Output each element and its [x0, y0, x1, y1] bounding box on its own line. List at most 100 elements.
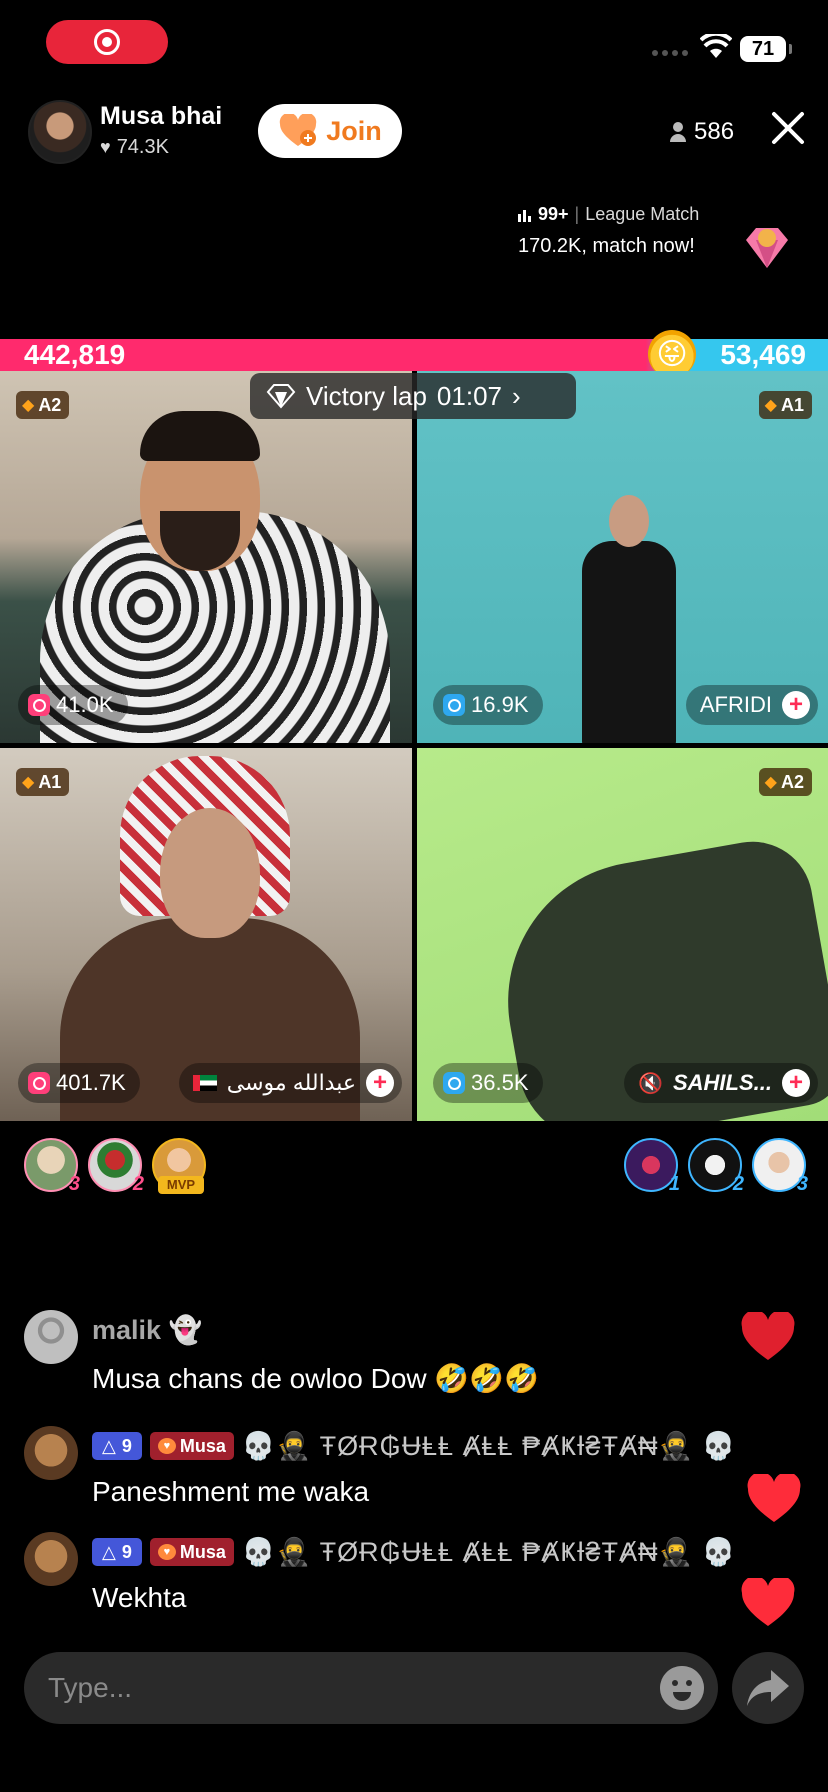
- level-value: 9: [121, 1541, 132, 1562]
- gifter-rank: 1: [668, 1173, 680, 1195]
- fan-heart-icon: ♥: [157, 1438, 176, 1454]
- multi-guest-grid: ◆ A2 41.0K ◆ A1 16.9K AFRIDI + ◆ A1 401.7K ع…: [0, 371, 828, 1121]
- guest-name: AFRIDI: [699, 692, 772, 717]
- heart-icon: ♥: [100, 137, 111, 157]
- commenter-avatar[interactable]: [24, 1426, 78, 1480]
- gifter-avatar[interactable]: 2: [88, 1138, 144, 1195]
- chat-comment[interactable]: △ 9 ♥ Musa 💀🥷 ŦØɌ₲ɄⱠⱠ ȺⱠⱠ ₱ȺҜƗ₴ŦȺ₦🥷 💀 Wekh…: [24, 1532, 804, 1622]
- rank-tag: ◆ A2: [16, 391, 70, 419]
- heart-like-icon: [741, 1578, 795, 1626]
- score-left: 442,819: [24, 339, 126, 370]
- league-match-banner[interactable]: 99+ | League Match 170.2K, match now!: [518, 204, 699, 258]
- heart-like-icon: [741, 1312, 795, 1360]
- score-value: 16.9K: [471, 692, 529, 717]
- person-icon: [670, 122, 686, 142]
- gifter-avatar[interactable]: 2: [688, 1138, 744, 1195]
- chat-comment[interactable]: malik 👻 Musa chans de owloo Dow 🤣🤣🤣: [24, 1310, 804, 1400]
- fan-club-heart-icon: [280, 114, 317, 146]
- guest-name: SAHILS...: [672, 1070, 772, 1095]
- share-button[interactable]: [732, 1652, 804, 1724]
- guest-name-pill[interactable]: AFRIDI +: [685, 685, 818, 725]
- host-likes: ♥ 74.3K: [100, 136, 169, 159]
- separator: |: [574, 204, 580, 224]
- guest-video: [582, 541, 676, 743]
- score-right: 53,469: [720, 339, 806, 370]
- diamond-icon: ◆: [764, 774, 777, 791]
- level-icon: △: [102, 1541, 116, 1562]
- score-value: 41.0K: [56, 692, 114, 717]
- rank-tag: ◆ A2: [758, 768, 812, 796]
- follow-plus-icon[interactable]: +: [366, 1069, 394, 1097]
- rank-tag-label: A2: [38, 394, 62, 415]
- screen-recording-indicator[interactable]: [46, 20, 168, 64]
- league-rank: 99+: [538, 204, 569, 224]
- level-value: 9: [121, 1435, 132, 1456]
- guest-name-pill[interactable]: عبدالله موسى +: [178, 1063, 402, 1103]
- commenter-avatar[interactable]: [24, 1532, 78, 1586]
- guest-cell-1[interactable]: ◆ A2 41.0K: [0, 371, 412, 743]
- close-icon[interactable]: [768, 108, 808, 148]
- share-arrow-icon: [747, 1670, 789, 1706]
- host-header: Musa bhai ♥ 74.3K Join 586: [24, 96, 804, 168]
- gifter-rank: 3: [796, 1173, 808, 1195]
- battle-score-bar: 442,819 53,469: [0, 339, 828, 371]
- follow-plus-icon[interactable]: +: [782, 691, 810, 719]
- comment-text: Musa chans de owloo Dow 🤣🤣🤣: [92, 1363, 539, 1394]
- join-button[interactable]: Join: [258, 104, 402, 158]
- gifter-avatar[interactable]: 3: [24, 1138, 80, 1195]
- rank-tag-label: A2: [780, 771, 804, 792]
- rank-tag-label: A1: [780, 394, 804, 415]
- join-label: Join: [326, 115, 382, 146]
- diamond-icon: ◆: [22, 774, 35, 791]
- gifter-avatar[interactable]: MVP: [152, 1138, 206, 1194]
- chevron-right-icon: ›: [512, 380, 521, 411]
- victory-lap-banner[interactable]: Victory lap 01:07 ›: [250, 373, 576, 419]
- gifter-avatar[interactable]: 1: [624, 1138, 680, 1195]
- commenter-name[interactable]: malik 👻: [92, 1314, 202, 1346]
- host-name[interactable]: Musa bhai: [100, 102, 222, 131]
- level-badge[interactable]: △ 9: [92, 1538, 142, 1566]
- status-bar: 71: [0, 0, 828, 88]
- emoji-icon[interactable]: [660, 1666, 704, 1710]
- fan-club-name: Musa: [179, 1541, 226, 1562]
- chat-comment[interactable]: △ 9 ♥ Musa 💀🥷 ŦØɌ₲ɄⱠⱠ ȺⱠⱠ ₱ȺҜƗ₴ŦȺ₦🥷 💀 Pane…: [24, 1426, 804, 1516]
- league-label: League Match: [585, 204, 700, 224]
- comment-input-bar[interactable]: [24, 1652, 718, 1724]
- fan-club-badge[interactable]: ♥ Musa: [149, 1432, 234, 1460]
- viewer-count[interactable]: 586: [670, 118, 734, 146]
- diamond-outline-icon: [266, 384, 296, 409]
- muted-icon: 🔇: [638, 1072, 663, 1095]
- rank-tag: ◆ A1: [16, 768, 70, 796]
- heart-like-icon: [747, 1474, 801, 1522]
- viewer-count-value: 586: [694, 118, 735, 145]
- comment-input[interactable]: [48, 1652, 628, 1724]
- record-icon: [94, 29, 120, 55]
- battery-indicator: 71: [740, 36, 792, 62]
- score-value: 36.5K: [471, 1070, 529, 1095]
- comment-header: malik 👻: [92, 1312, 202, 1348]
- guest-video: [140, 411, 260, 461]
- cellular-signal-icon: [652, 50, 688, 56]
- commenter-name[interactable]: 💀🥷 ŦØɌ₲ɄⱠⱠ ȺⱠⱠ ₱ȺҜƗ₴ŦȺ₦🥷 💀: [242, 1430, 736, 1462]
- gifter-rank: 2: [732, 1173, 744, 1195]
- score-pill: 16.9K: [433, 685, 543, 725]
- gifter-rank: 2: [132, 1173, 144, 1195]
- mvp-badge: MVP: [158, 1176, 204, 1194]
- level-icon: △: [102, 1435, 116, 1456]
- comment-text: Paneshment me waka: [92, 1476, 370, 1507]
- guest-cell-2[interactable]: ◆ A1 16.9K AFRIDI +: [417, 371, 828, 743]
- host-avatar[interactable]: [28, 100, 92, 164]
- guest-cell-4[interactable]: ◆ A2 36.5K 🔇 SAHILS... +: [417, 748, 828, 1121]
- top-gifters-right: 1 2 3: [624, 1138, 808, 1195]
- guest-cell-3[interactable]: ◆ A1 401.7K عبدالله موسى +: [0, 748, 412, 1121]
- commenter-name[interactable]: 💀🥷 ŦØɌ₲ɄⱠⱠ ȺⱠⱠ ₱ȺҜƗ₴ŦȺ₦🥷 💀: [242, 1536, 736, 1568]
- fan-club-badge[interactable]: ♥ Musa: [149, 1538, 234, 1566]
- follow-plus-icon[interactable]: +: [782, 1069, 810, 1097]
- rank-tag: ◆ A1: [758, 391, 812, 419]
- league-gem-icon[interactable]: [744, 224, 790, 270]
- gifter-avatar[interactable]: 3: [752, 1138, 808, 1195]
- guest-name-pill[interactable]: 🔇 SAHILS... +: [624, 1063, 818, 1103]
- commenter-avatar[interactable]: [24, 1310, 78, 1364]
- level-badge[interactable]: △ 9: [92, 1432, 142, 1460]
- victory-timer: 01:07: [436, 380, 502, 411]
